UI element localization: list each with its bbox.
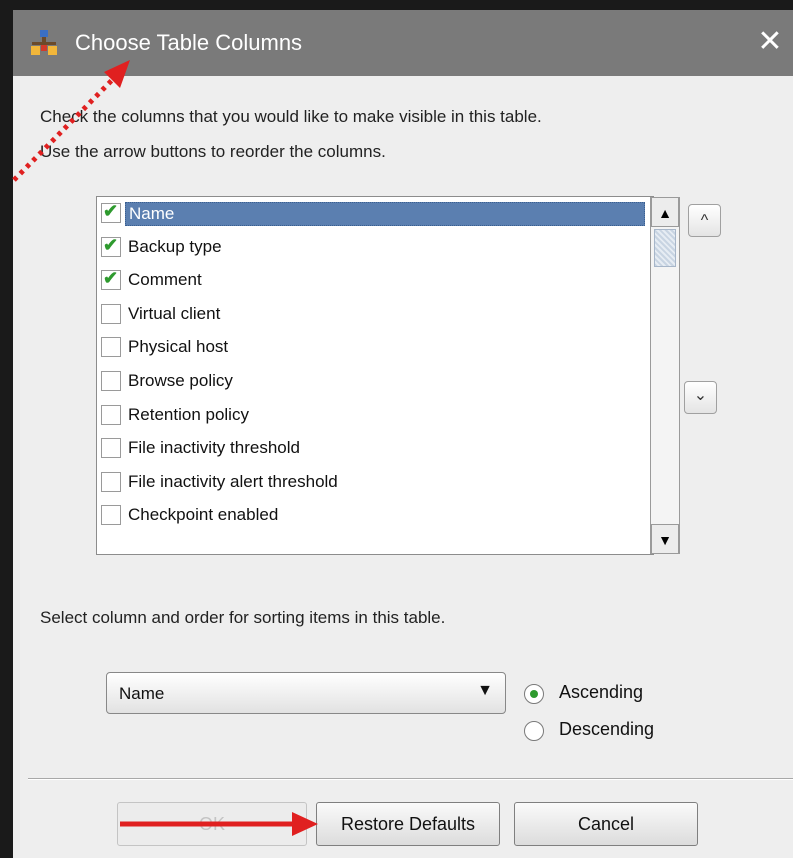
column-checkbox[interactable] — [101, 371, 121, 391]
list-item[interactable]: File inactivity threshold — [101, 434, 649, 464]
list-scrollbar[interactable]: ▲ ▼ — [650, 197, 680, 554]
column-checkbox[interactable] — [101, 505, 121, 526]
checkmark-icon: ✔ — [103, 201, 119, 221]
dialog-window: Choose Table Columns ✕ Check the columns… — [0, 0, 793, 858]
instruction-line-2: Use the arrow buttons to reorder the col… — [40, 142, 386, 161]
radio-descending-label: Descending — [559, 719, 655, 739]
column-label: File inactivity threshold — [128, 438, 300, 458]
column-label: Name — [125, 202, 645, 226]
sort-column-value: Name — [119, 684, 165, 703]
cancel-button[interactable]: Cancel — [514, 802, 698, 846]
column-label: Virtual client — [128, 303, 221, 323]
chevron-up-icon: ^ — [700, 212, 709, 229]
column-label: Physical host — [128, 337, 229, 357]
list-item[interactable]: Virtual client — [101, 300, 649, 330]
column-checkbox[interactable]: ✔ — [101, 234, 121, 257]
radio-ascending-label: Ascending — [559, 682, 644, 702]
window-left-border — [0, 0, 13, 858]
sorting-prompt: Select column and order for sorting item… — [40, 608, 446, 627]
move-up-button[interactable]: ^ — [688, 204, 721, 237]
restore-defaults-button[interactable]: Restore Defaults — [316, 802, 500, 846]
columns-list[interactable]: ✔ Name ✔ Backup type ✔ Comment Virtual client P… — [96, 196, 654, 555]
instruction-line-1: Check the columns that you would like to… — [40, 107, 542, 126]
window-top-border — [0, 0, 793, 10]
column-checkbox[interactable] — [101, 438, 121, 459]
radio-ascending-circle[interactable] — [524, 684, 544, 704]
list-item[interactable]: Retention policy — [101, 401, 649, 431]
column-checkbox[interactable] — [101, 303, 121, 324]
list-item[interactable]: Browse policy — [101, 367, 649, 397]
list-item[interactable]: Physical host — [101, 333, 649, 363]
column-checkbox[interactable]: ✔ — [101, 268, 121, 291]
column-checkbox[interactable] — [101, 404, 121, 425]
column-checkbox[interactable]: ✔ — [101, 201, 121, 223]
list-item[interactable]: Checkpoint enabled — [101, 501, 649, 531]
list-item[interactable]: ✔ Backup type — [101, 233, 649, 263]
list-item[interactable]: File inactivity alert threshold — [101, 468, 649, 498]
column-label: Browse policy — [128, 371, 233, 390]
network-tree-icon — [31, 30, 57, 55]
close-icon: ✕ — [757, 25, 783, 58]
column-label: Retention policy — [128, 404, 249, 424]
sort-column-select[interactable]: Name ▼ — [106, 672, 506, 714]
chevron-down-icon: ⌄ — [693, 387, 708, 404]
radio-descending-circle[interactable] — [524, 721, 544, 741]
scroll-up-arrow[interactable]: ▲ — [651, 197, 679, 227]
move-down-button[interactable]: ⌄ — [684, 381, 717, 414]
column-checkbox[interactable] — [101, 337, 121, 358]
column-label: Backup type — [128, 236, 222, 256]
close-button[interactable]: ✕ — [753, 24, 787, 60]
dialog-title: Choose Table Columns — [75, 30, 303, 55]
title-bar[interactable]: Choose Table Columns ✕ — [13, 10, 793, 76]
ok-button[interactable]: OK — [117, 802, 307, 846]
scroll-down-arrow[interactable]: ▼ — [651, 524, 679, 554]
column-label: Checkpoint enabled — [128, 505, 279, 525]
list-item[interactable]: ✔ Name — [101, 199, 649, 229]
list-item[interactable]: ✔ Comment — [101, 266, 649, 296]
divider-highlight — [28, 779, 793, 780]
checkmark-icon: ✔ — [103, 268, 119, 289]
caret-down-icon: ▼ — [477, 682, 493, 699]
column-checkbox[interactable] — [101, 471, 121, 492]
scroll-thumb[interactable] — [654, 229, 676, 267]
checkmark-icon: ✔ — [103, 234, 119, 255]
column-label: Comment — [128, 270, 202, 290]
column-label: File inactivity alert threshold — [128, 471, 338, 491]
